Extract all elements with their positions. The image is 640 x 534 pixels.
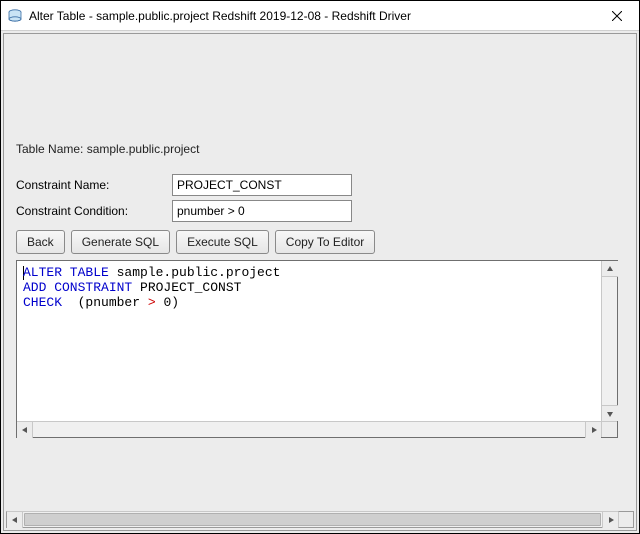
constraint-name-row: Constraint Name: [16, 172, 628, 198]
scroll-right-icon[interactable] [585, 422, 601, 438]
main-panel: Table Name: sample.public.project Constr… [3, 33, 637, 531]
scroll-left-icon[interactable] [17, 422, 33, 438]
sql-vertical-scrollbar[interactable] [601, 261, 617, 421]
sql-op: > [148, 295, 156, 310]
sql-kw-alter-table: ALTER TABLE [23, 265, 109, 280]
outer-scroll-thumb[interactable] [24, 513, 601, 526]
outer-scroll-right-icon[interactable] [602, 512, 618, 528]
execute-sql-button[interactable]: Execute SQL [176, 230, 269, 254]
close-icon [612, 11, 622, 21]
sql-constraint-name: PROJECT_CONST [132, 280, 241, 295]
copy-to-editor-button[interactable]: Copy To Editor [275, 230, 376, 254]
scroll-up-icon[interactable] [602, 261, 618, 277]
constraint-condition-label: Constraint Condition: [16, 204, 172, 218]
sql-kw-check: CHECK [23, 295, 62, 310]
sql-text[interactable]: ALTER TABLE sample.public.project ADD CO… [17, 261, 601, 421]
sql-horizontal-scrollbar[interactable] [17, 421, 601, 437]
constraint-name-input[interactable] [172, 174, 352, 196]
button-row: Back Generate SQL Execute SQL Copy To Ed… [16, 230, 628, 254]
content-area: Table Name: sample.public.project Constr… [10, 40, 630, 508]
sql-editor[interactable]: ALTER TABLE sample.public.project ADD CO… [16, 260, 618, 438]
back-button[interactable]: Back [16, 230, 65, 254]
app-icon [7, 8, 23, 24]
outer-scroll-left-icon[interactable] [7, 512, 23, 528]
constraint-name-label: Constraint Name: [16, 178, 172, 192]
titlebar[interactable]: Alter Table - sample.public.project Reds… [1, 1, 639, 31]
client-area: Table Name: sample.public.project Constr… [1, 31, 639, 533]
constraint-condition-row: Constraint Condition: [16, 198, 628, 224]
window-title: Alter Table - sample.public.project Reds… [29, 9, 594, 23]
sql-open: (pnumber [62, 295, 148, 310]
window-close-button[interactable] [594, 1, 639, 31]
outer-horizontal-scrollbar[interactable] [6, 511, 618, 528]
generate-sql-button[interactable]: Generate SQL [71, 230, 170, 254]
table-name-label: Table Name: sample.public.project [16, 142, 628, 156]
constraint-condition-input[interactable] [172, 200, 352, 222]
sql-close: 0) [156, 295, 179, 310]
scroll-down-icon[interactable] [602, 405, 618, 421]
sql-scroll-corner [601, 421, 617, 437]
sql-target: sample.public.project [109, 265, 281, 280]
sql-kw-add-constraint: ADD CONSTRAINT [23, 280, 132, 295]
outer-scroll-corner [618, 511, 634, 528]
